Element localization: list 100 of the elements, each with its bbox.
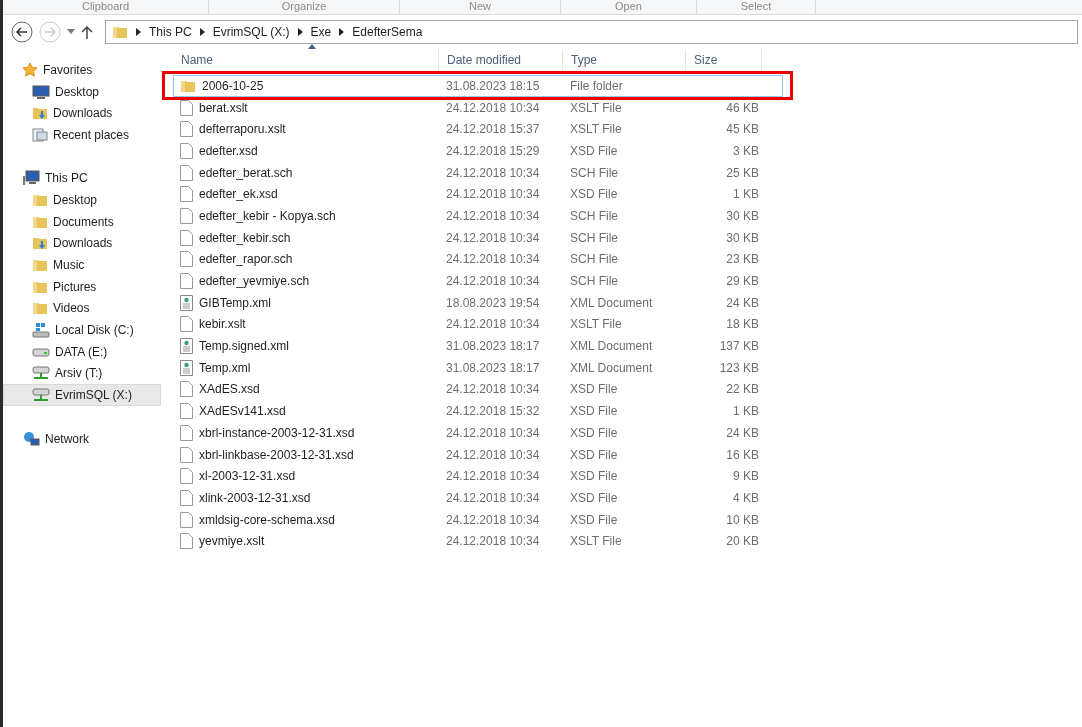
file-row[interactable]: xmldsig-core-schema.xsd 24.12.2018 10:34 XSD File 10 KB [173, 508, 783, 531]
file-name: XAdESv141.xsd [199, 404, 286, 419]
column-header[interactable]: Size [686, 50, 762, 71]
file-icon [180, 446, 193, 463]
breadcrumb-item[interactable]: EdefterSema [352, 25, 423, 39]
folder-icon [32, 192, 48, 207]
file-name: xlink-2003-12-31.xsd [199, 490, 311, 505]
folder-download-icon [32, 106, 48, 121]
date-modified: 24.12.2018 10:34 [445, 490, 541, 505]
sidebar-group[interactable]: Network [3, 427, 161, 450]
file-size: 30 KB [725, 208, 760, 223]
file-name: edefter_ek.xsd [199, 187, 278, 202]
recent-locations-button[interactable] [67, 29, 75, 35]
date-modified: 24.12.2018 15:29 [445, 143, 541, 158]
file-type: XSD File [569, 143, 619, 158]
sidebar-item[interactable]: Desktop [3, 189, 161, 211]
file-row[interactable]: edefter_yevmiye.sch 24.12.2018 10:34 SCH File 29 KB [173, 270, 783, 292]
file-icon [180, 316, 193, 333]
sidebar-group[interactable]: This PC [3, 167, 161, 190]
file-row[interactable]: xl-2003-12-31.xsd 24.12.2018 10:34 XSD File 9 KB [173, 465, 783, 488]
recent-places-icon [32, 126, 48, 143]
file-row[interactable]: edefter.xsd 24.12.2018 15:29 XSD File 3 KB [173, 140, 783, 162]
file-row[interactable]: defterraporu.xslt 24.12.2018 15:37 XSLT File 45 KB [173, 118, 783, 141]
sidebar-item[interactable]: Downloads [3, 102, 161, 125]
file-row[interactable]: XAdES.xsd 24.12.2018 10:34 XSD File 22 KB [173, 378, 783, 401]
breadcrumb-item[interactable]: Exe [310, 25, 332, 39]
file-type: XML Document [569, 295, 654, 310]
file-name: Temp.xml [199, 360, 251, 375]
column-header[interactable]: Type [563, 50, 686, 71]
sidebar-item[interactable]: Recent places [3, 124, 161, 146]
file-icon [180, 164, 193, 181]
chevron-icon [297, 28, 303, 36]
file-icon [180, 121, 193, 138]
file-row[interactable]: Temp.xml 31.08.2023 18:17 XML Document 123 KB [173, 356, 783, 379]
date-modified: 24.12.2018 15:32 [445, 404, 541, 419]
file-size: 29 KB [725, 274, 760, 289]
sidebar-group[interactable]: Favorites [3, 59, 161, 81]
file-icon [180, 207, 193, 224]
sidebar-item[interactable]: Documents [3, 210, 161, 233]
file-row[interactable]: edefter_rapor.sch 24.12.2018 10:34 SCH File 23 KB [173, 248, 783, 271]
file-row[interactable]: edefter_ek.xsd 24.12.2018 10:34 XSD File 1 KB [173, 183, 783, 206]
file-row[interactable]: berat.xslt 24.12.2018 10:34 XSLT File 46 KB [173, 96, 783, 119]
file-row[interactable]: GIBTemp.xml 18.08.2023 19:54 XML Document 24 KB [173, 291, 783, 314]
date-modified: 24.12.2018 15:37 [445, 122, 541, 137]
file-type: XSLT File [569, 534, 623, 549]
file-name: berat.xslt [199, 100, 248, 115]
column-header[interactable]: Date modified [439, 50, 563, 71]
file-icon [180, 142, 193, 159]
sidebar-item[interactable]: Arsiv (T:) [3, 362, 161, 385]
file-row[interactable]: xlink-2003-12-31.xsd 24.12.2018 10:34 XSD File 4 KB [173, 487, 783, 509]
system-drive-icon [32, 322, 50, 339]
file-name: edefter_rapor.sch [199, 252, 293, 267]
file-type: SCH File [569, 165, 619, 180]
breadcrumb-item[interactable]: EvrimSQL (X:) [212, 25, 290, 39]
file-row[interactable]: xbrl-linkbase-2003-12-31.xsd 24.12.2018 10:34 XSD File 16 KB [173, 443, 783, 466]
up-button[interactable] [81, 25, 93, 39]
folder-icon [32, 258, 48, 273]
file-icon [180, 533, 193, 550]
sidebar-item[interactable]: EvrimSQL (X:) [3, 384, 161, 406]
file-row[interactable]: edefter_berat.sch 24.12.2018 10:34 SCH File 25 KB [173, 161, 783, 184]
file-icon [180, 489, 193, 506]
file-type: XML Document [569, 339, 654, 354]
file-row[interactable]: kebir.xslt 24.12.2018 10:34 XSLT File 18 KB [173, 313, 783, 336]
date-modified: 24.12.2018 10:34 [445, 230, 541, 245]
back-button[interactable] [11, 21, 33, 43]
computer-icon [22, 170, 40, 187]
breadcrumb-item[interactable]: This PC [149, 25, 192, 39]
file-size: 46 KB [725, 100, 760, 115]
star-icon [22, 61, 38, 78]
sidebar-item[interactable]: Music [3, 254, 161, 276]
file-size: 25 KB [725, 165, 760, 180]
file-row[interactable]: 2006-10-25 31.08.2023 18:15 File folder [173, 75, 783, 97]
file-row[interactable]: XAdESv141.xsd 24.12.2018 15:32 XSD File 1 KB [173, 400, 783, 422]
file-size: 22 KB [725, 382, 760, 397]
file-size: 10 KB [725, 512, 760, 527]
file-type: XML Document [569, 360, 654, 375]
file-name: edefter.xsd [199, 143, 258, 158]
file-type: XSD File [569, 382, 619, 397]
monitor-icon [32, 84, 50, 99]
file-size: 137 KB [718, 339, 760, 354]
file-size: 45 KB [725, 122, 760, 137]
sidebar-item[interactable]: DATA (E:) [3, 340, 161, 363]
date-modified: 24.12.2018 10:34 [445, 382, 541, 397]
file-row[interactable]: Temp.signed.xml 31.08.2023 18:17 XML Document 137 KB [173, 335, 783, 357]
file-type: XSD File [569, 447, 619, 462]
date-modified: 24.12.2018 10:34 [445, 534, 541, 549]
network-drive-icon [32, 365, 50, 382]
file-row[interactable]: yevmiye.xslt 24.12.2018 10:34 XSLT File 20 KB [173, 530, 783, 553]
file-row[interactable]: edefter_kebir.sch 24.12.2018 10:34 SCH File 30 KB [173, 226, 783, 249]
file-size: 18 KB [725, 317, 760, 332]
sidebar-item[interactable]: Desktop [3, 80, 161, 103]
sidebar-item[interactable]: Pictures [3, 275, 161, 298]
sidebar-item[interactable]: Downloads [3, 232, 161, 255]
ribbon-group-label: Select [697, 0, 816, 14]
sidebar-item[interactable]: Local Disk (C:) [3, 319, 161, 341]
address-bar[interactable]: This PC EvrimSQL (X:) Exe EdefterSema [105, 20, 1078, 44]
sidebar-item[interactable]: Videos [3, 297, 161, 320]
column-header[interactable]: Name [173, 50, 439, 71]
file-row[interactable]: edefter_kebir - Kopya.sch 24.12.2018 10:34 SCH File 30 KB [173, 205, 783, 227]
file-row[interactable]: xbrl-instance-2003-12-31.xsd 24.12.2018 10:34 XSD File 24 KB [173, 422, 783, 444]
